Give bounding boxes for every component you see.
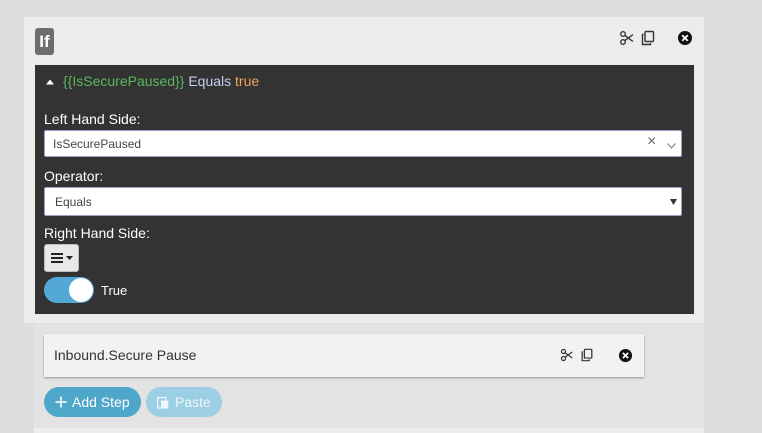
lhs-select[interactable]: IsSecurePaused ×	[44, 130, 682, 157]
condition-variable: {{IsSecurePaused}}	[63, 73, 185, 89]
plus-icon	[55, 396, 67, 408]
dropdown-arrow-icon[interactable]	[670, 199, 677, 205]
rhs-type-menu-button[interactable]	[44, 244, 79, 272]
chevron-down-icon[interactable]	[667, 143, 676, 149]
steps-container: Inbound.Secure Pause Add Step Paste	[34, 324, 704, 433]
paste-button[interactable]: Paste	[146, 387, 222, 417]
scissors-icon[interactable]	[619, 30, 635, 46]
if-block: If {{IsSecurePaused}} Equals true Left H…	[24, 17, 704, 323]
condition-operator: Equals	[188, 73, 232, 89]
step-title: Inbound.Secure Pause	[54, 347, 197, 363]
add-step-label: Add Step	[72, 394, 130, 410]
operator-select[interactable]: Equals	[44, 187, 682, 216]
list-menu-icon	[51, 253, 63, 263]
add-step-button[interactable]: Add Step	[44, 387, 141, 417]
condition-summary[interactable]: {{IsSecurePaused}} Equals true	[63, 72, 259, 90]
rhs-label: Right Hand Side:	[44, 225, 150, 241]
operator-label: Operator:	[44, 168, 104, 184]
caret-up-icon[interactable]	[46, 78, 54, 86]
if-badge: If	[35, 28, 54, 55]
paste-icon	[157, 396, 169, 409]
next-block-edge	[34, 428, 704, 433]
caret-down-icon	[66, 256, 73, 260]
paste-label: Paste	[175, 394, 211, 410]
toggle-knob	[69, 278, 93, 302]
operator-value: Equals	[55, 195, 92, 209]
close-circle-icon[interactable]	[677, 30, 693, 46]
copy-icon[interactable]	[580, 348, 594, 362]
lhs-label: Left Hand Side:	[44, 111, 141, 127]
condition-value: true	[235, 73, 260, 89]
rhs-value-toggle[interactable]	[44, 277, 94, 303]
step-card[interactable]: Inbound.Secure Pause	[44, 334, 644, 377]
close-circle-icon[interactable]	[618, 348, 633, 363]
toggle-label: True	[101, 283, 128, 298]
lhs-clear-button[interactable]: ×	[647, 134, 656, 150]
copy-icon[interactable]	[640, 30, 656, 46]
condition-panel: {{IsSecurePaused}} Equals true Left Hand…	[35, 65, 694, 314]
scissors-icon[interactable]	[560, 348, 574, 362]
lhs-value: IsSecurePaused	[53, 137, 142, 151]
